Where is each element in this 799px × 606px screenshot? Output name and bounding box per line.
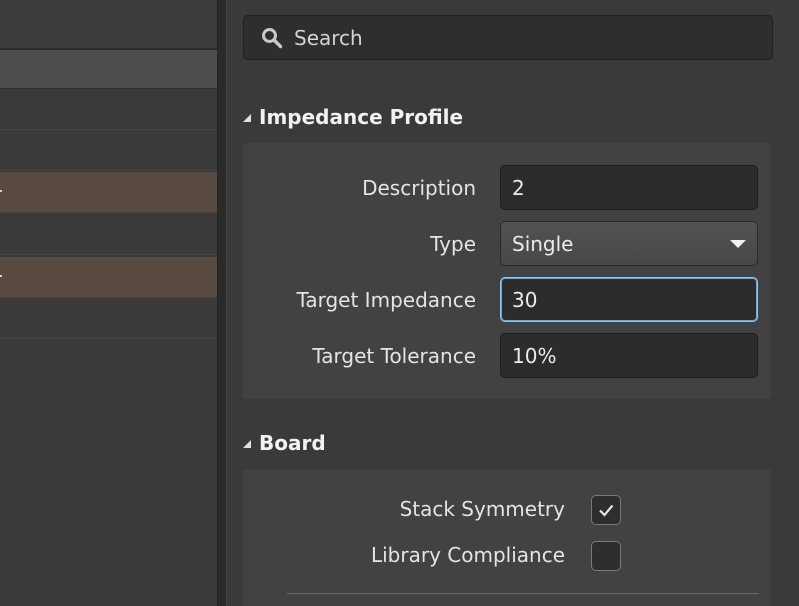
stack-symmetry-label: Stack Symmetry (399, 497, 565, 521)
row-marker (0, 190, 2, 192)
collapse-triangle-icon (243, 440, 251, 448)
chevron-down-icon (730, 239, 746, 248)
type-label: Type (430, 232, 476, 256)
target-impedance-label: Target Impedance (296, 288, 476, 312)
pane-splitter[interactable] (217, 0, 227, 606)
properties-panel: Impedance Profile Description Type Singl… (227, 0, 799, 606)
section-header-board[interactable]: Board (243, 431, 326, 455)
checkmark-icon (599, 504, 614, 517)
table-row[interactable] (0, 89, 217, 130)
search-box[interactable] (243, 15, 773, 60)
table-row[interactable] (0, 298, 217, 339)
section-title: Impedance Profile (259, 105, 464, 129)
table-row[interactable] (0, 214, 217, 255)
target-tolerance-label: Target Tolerance (312, 344, 476, 368)
stack-symmetry-checkbox[interactable] (591, 495, 621, 525)
collapse-triangle-icon (243, 114, 251, 122)
search-icon (258, 24, 286, 52)
section-header-impedance-profile[interactable]: Impedance Profile (243, 105, 463, 129)
table-row[interactable] (0, 130, 217, 171)
group-divider (287, 593, 759, 594)
type-selected-value: Single (512, 231, 574, 256)
library-compliance-checkbox[interactable] (591, 541, 621, 571)
target-impedance-field[interactable] (500, 277, 758, 322)
impedance-profile-group: Description Type Single Target Impedance… (243, 143, 771, 399)
row-marker (0, 275, 2, 277)
board-group: Stack Symmetry Library Compliance (243, 469, 771, 606)
table-row-highlighted[interactable] (0, 257, 217, 298)
app-window: Impedance Profile Description Type Singl… (0, 0, 799, 606)
search-input[interactable] (294, 25, 772, 50)
library-compliance-label: Library Compliance (370, 543, 565, 567)
type-dropdown[interactable]: Single (500, 221, 758, 266)
table-header (0, 50, 217, 89)
table-row-highlighted[interactable] (0, 172, 217, 213)
description-field[interactable] (500, 165, 758, 210)
description-label: Description (362, 176, 476, 200)
target-tolerance-field[interactable] (500, 333, 758, 378)
table-toolbar (0, 0, 217, 50)
layer-stack-table (0, 0, 217, 606)
section-title: Board (259, 431, 326, 455)
